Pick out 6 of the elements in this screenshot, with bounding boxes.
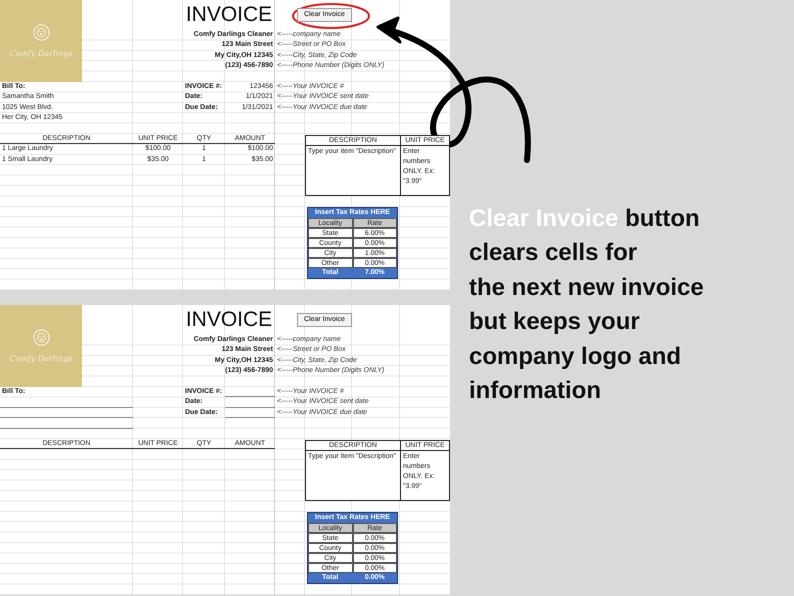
- dog-face-icon: [32, 24, 50, 41]
- logo-text: Comfy Darlings: [9, 48, 73, 58]
- invoice-title: INVOICE: [184, 3, 274, 27]
- invoice-title: INVOICE: [184, 308, 274, 332]
- dog-face-icon: [32, 328, 50, 346]
- logo-text: Comfy Darlings: [9, 354, 73, 363]
